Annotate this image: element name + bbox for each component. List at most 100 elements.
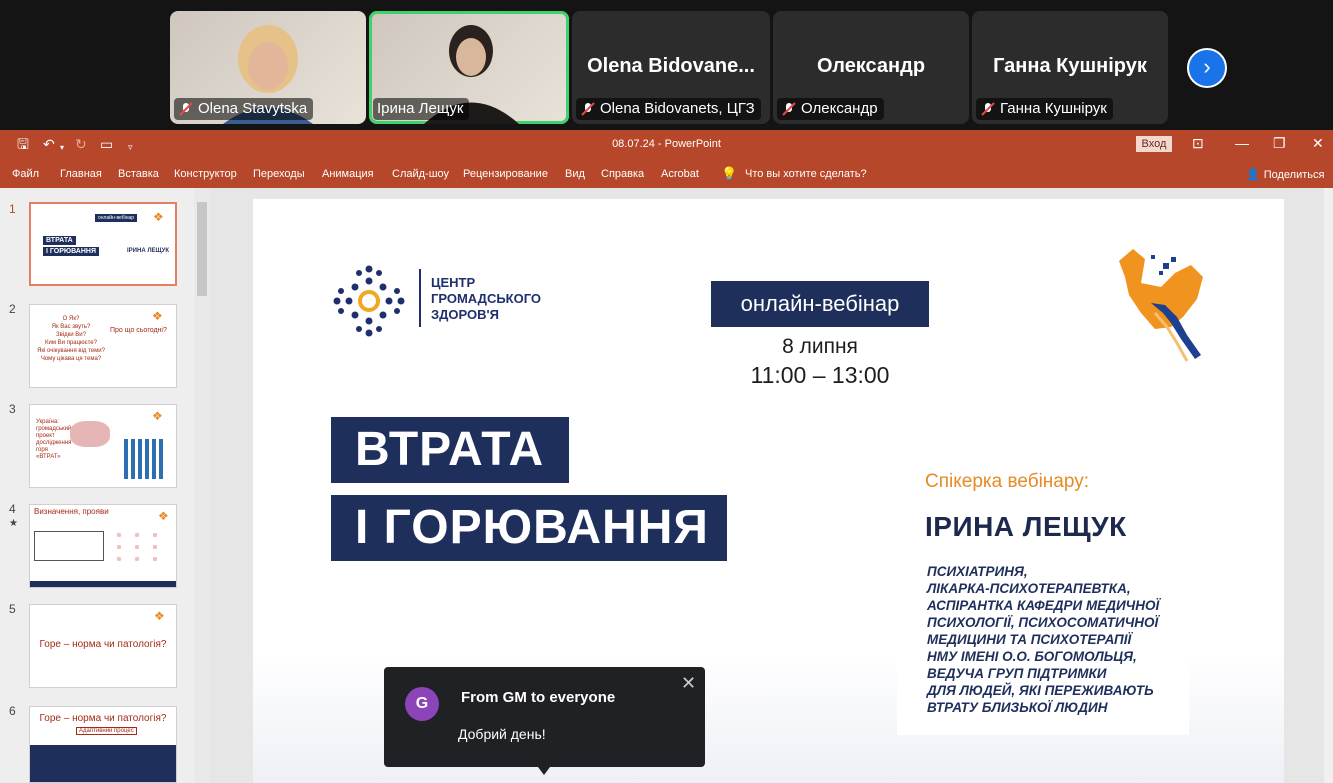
- speaker-bio-line: ЛІКАРКА-ПСИХОТЕРАПЕВТКА,: [927, 581, 1131, 596]
- bird-logo-icon: ❖: [158, 509, 169, 523]
- slide-editor: ЦЕНТР ГРОМАДСЬКОГО ЗДОРОВ'Я онлайн-вебін…: [210, 188, 1333, 783]
- logo-divider: [419, 269, 421, 327]
- participant-tile[interactable]: Олександр Олександр: [773, 11, 969, 124]
- title-bar: 🖫 ↶ ▾ ↻ ▭ ▿ 08.07.24 - PowerPoint Вход ⊡…: [0, 130, 1333, 158]
- speaker-label: Спікерка вебінару:: [925, 471, 1089, 492]
- speaker-bio-line: ВЕДУЧА ГРУП ПІДТРИМКИ: [927, 666, 1107, 681]
- participant-tile-active[interactable]: Ірина Лещук: [369, 11, 569, 124]
- tab-home[interactable]: Главная: [60, 168, 102, 180]
- mic-off-icon: [782, 102, 796, 116]
- animation-star-icon: ★: [9, 518, 18, 529]
- speaker-bio-line: ПСИХОЛОГІЇ, ПСИХОСОМАТИЧНОЇ: [927, 615, 1159, 630]
- tab-review[interactable]: Рецензирование: [463, 168, 548, 180]
- webinar-time: 11:00 – 13:00: [750, 362, 890, 388]
- restore-icon[interactable]: ❐: [1273, 134, 1286, 152]
- slide-number: 5: [9, 602, 16, 616]
- thumb-text: Україна: громадський проект дослідження …: [36, 419, 72, 460]
- mic-off-icon: [981, 102, 995, 116]
- map-image: [70, 421, 110, 447]
- chat-notification-title: From GM to everyone: [461, 689, 616, 706]
- tab-slideshow[interactable]: Слайд-шоу: [392, 168, 449, 180]
- bird-logo-icon: ❖: [152, 309, 163, 323]
- webinar-date: 8 липня: [782, 335, 858, 358]
- tab-design[interactable]: Конструктор: [174, 168, 237, 180]
- speaker-bio-line: ДЛЯ ЛЮДЕЙ, ЯКІ ПЕРЕЖИВАЮТЬ: [927, 683, 1154, 698]
- chat-notification[interactable]: G From GM to everyone Добрий день! ✕: [384, 667, 705, 767]
- chat-notification-message: Добрий день!: [458, 726, 546, 742]
- tell-me-search[interactable]: Что вы хотите сделать?: [745, 168, 867, 180]
- slide-number: 2: [9, 302, 16, 316]
- share-button[interactable]: 👤 Поделиться: [1246, 168, 1325, 182]
- slide-thumbnail-1[interactable]: ВТРАТА І ГОРЮВАННЯ онлайн-вебінар ІРИНА …: [29, 202, 177, 286]
- participant-name: Olena Stavytska: [198, 100, 308, 117]
- participant-name: Ірина Лещук: [377, 100, 464, 117]
- speaker-bio: ПСИХІАТРИНЯ, ЛІКАРКА-ПСИХОТЕРАПЕВТКА, АС…: [927, 563, 1159, 716]
- slide-number: 6: [9, 704, 16, 718]
- participants-strip: Olena Stavytska Ірина Лещук Olena Bidova…: [0, 0, 1333, 130]
- thumbnails-scrollbar[interactable]: [194, 188, 210, 783]
- speaker-bio-line: НМУ ІМЕНІ О.О. БОГОМОЛЬЦЯ,: [927, 649, 1137, 664]
- participant-name: Ганна Кушнірук: [1000, 100, 1107, 117]
- org-name-line: ЗДОРОВ'Я: [431, 307, 499, 322]
- participant-tile[interactable]: Olena Bidovane... Olena Bidovanets, ЦГЗ: [572, 11, 770, 124]
- thumb-text: Горе – норма чи патологія?: [39, 713, 167, 724]
- toast-pointer: [538, 767, 550, 775]
- close-icon[interactable]: ✕: [681, 673, 696, 694]
- tab-help[interactable]: Справка: [601, 168, 644, 180]
- participant-display-name: Олександр: [816, 55, 926, 77]
- org-name: ЦЕНТР ГРОМАДСЬКОГО ЗДОРОВ'Я: [431, 275, 541, 323]
- participant-name-label: Олександр: [777, 98, 884, 120]
- mic-off-icon: [581, 102, 595, 116]
- thumb-text: О Як? Як Вас звуть? Звідки Ви? Ким Ви пр…: [37, 316, 105, 362]
- tab-insert[interactable]: Вставка: [118, 168, 159, 180]
- thumb-title: ВТРАТА: [43, 236, 76, 245]
- tab-view[interactable]: Вид: [565, 168, 585, 180]
- participant-tile[interactable]: Ганна Кушнірук Ганна Кушнірук: [972, 11, 1168, 124]
- slide-thumbnail-4[interactable]: Визначення, прояви ❖: [29, 504, 177, 588]
- bird-logo-icon: ❖: [152, 409, 163, 423]
- bird-logo-icon: ❖: [154, 609, 165, 623]
- bird-logo-icon: ❖: [153, 210, 164, 224]
- tab-file[interactable]: Файл: [12, 168, 39, 180]
- webinar-label: онлайн-вебінар: [711, 281, 929, 327]
- slide-number: 3: [9, 402, 16, 416]
- speaker-bio-line: ПСИХІАТРИНЯ,: [927, 564, 1028, 579]
- participant-name-label: Olena Bidovanets, ЦГЗ: [576, 98, 761, 120]
- thumb-text: Визначення, прояви: [34, 507, 109, 516]
- tab-animations[interactable]: Анимация: [322, 168, 374, 180]
- slide-thumbnail-3[interactable]: Україна: громадський проект дослідження …: [29, 404, 177, 488]
- sign-in-button[interactable]: Вход: [1136, 136, 1172, 152]
- lightbulb-icon: 💡: [721, 166, 738, 181]
- participant-name-label: Olena Stavytska: [174, 98, 314, 120]
- bird-logo-icon: [1119, 249, 1203, 362]
- ribbon-display-icon[interactable]: ⊡: [1192, 134, 1204, 152]
- tab-acrobat[interactable]: Acrobat: [661, 168, 699, 180]
- qr-code-image: [124, 439, 164, 479]
- participant-tile[interactable]: Olena Stavytska: [170, 11, 366, 124]
- thumb-box: [34, 531, 104, 561]
- slide-title-line-2: І ГОРЮВАННЯ: [331, 495, 727, 561]
- slide-thumbnails-pane: 1 ВТРАТА І ГОРЮВАННЯ онлайн-вебінар ІРИН…: [0, 188, 210, 783]
- speaker-bio-line: АСПІРАНТКА КАФЕДРИ МЕДИЧНОЇ: [927, 598, 1160, 613]
- ribbon-tabs: Файл Главная Вставка Конструктор Переход…: [0, 158, 1333, 188]
- slide-thumbnail-2[interactable]: О Як? Як Вас звуть? Звідки Ви? Ким Ви пр…: [29, 304, 177, 388]
- minimize-icon[interactable]: —: [1235, 134, 1249, 152]
- org-name-line: ЦЕНТР: [431, 275, 476, 290]
- slide-thumbnail-5[interactable]: Горе – норма чи патологія? ❖: [29, 604, 177, 688]
- participant-name-label: Ірина Лещук: [373, 98, 470, 120]
- mic-off-icon: [179, 102, 193, 116]
- slide-title-line-1: ВТРАТА: [331, 417, 569, 483]
- editor-scrollbar[interactable]: [1324, 188, 1333, 783]
- thumb-title: І ГОРЮВАННЯ: [43, 247, 100, 256]
- document-title: 08.07.24 - PowerPoint: [612, 138, 721, 150]
- close-icon[interactable]: ✕: [1312, 134, 1324, 152]
- share-label: Поделиться: [1263, 168, 1325, 181]
- thumb-text-block: [30, 745, 176, 782]
- next-participants-button[interactable]: ›: [1187, 48, 1227, 88]
- speaker-name: ІРИНА ЛЕЩУК: [925, 511, 1127, 542]
- thumb-text: Горе – норма чи патологія?: [39, 639, 167, 650]
- thumb-ovals: [110, 529, 170, 565]
- tab-transitions[interactable]: Переходы: [253, 168, 305, 180]
- slide-thumbnail-6[interactable]: Горе – норма чи патологія? Адаптивний пр…: [29, 706, 177, 783]
- org-name-line: ГРОМАДСЬКОГО: [431, 291, 542, 306]
